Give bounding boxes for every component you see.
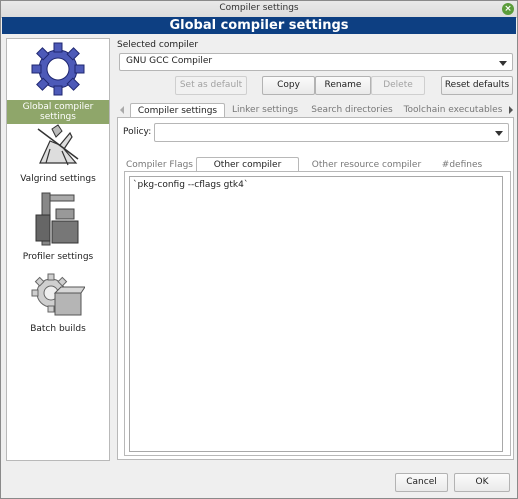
tab-search-directories[interactable]: Search directories — [307, 103, 397, 117]
ok-button[interactable]: OK — [454, 473, 510, 492]
subtab-other-resource-compiler-options[interactable]: Other resource compiler options — [299, 158, 434, 184]
policy-label: Policy: — [123, 127, 152, 137]
sidebar-item-label: Batch builds — [30, 324, 86, 334]
selected-compiler-label: Selected compiler — [117, 40, 199, 50]
subtab-compiler-flags[interactable]: Compiler Flags — [124, 158, 195, 172]
selected-compiler-value: GNU GCC Compiler — [126, 56, 213, 66]
close-icon[interactable]: × — [502, 3, 514, 15]
sidebar-item-label: Valgrind settings — [20, 174, 96, 184]
sidebar-item-global-compiler[interactable]: Global compiler settings — [7, 41, 109, 124]
reset-defaults-button[interactable]: Reset defaults — [441, 76, 513, 95]
chevron-down-icon — [499, 61, 507, 66]
other-compiler-options-editor[interactable]: `pkg-config --cflags gtk4` — [129, 176, 503, 452]
compiler-settings-window: Compiler settings × Global compiler sett… — [0, 0, 518, 499]
subtab-defines[interactable]: #defines — [437, 158, 487, 172]
tab-toolchain-executables[interactable]: Toolchain executables — [399, 103, 507, 117]
cancel-button[interactable]: Cancel — [395, 473, 448, 492]
rename-button[interactable]: Rename — [315, 76, 371, 95]
policy-select[interactable] — [154, 123, 509, 142]
tab-scroll-right-icon[interactable] — [507, 105, 515, 115]
page-header: Global compiler settings — [2, 17, 516, 34]
gear-icon — [31, 42, 85, 96]
titlebar: Compiler settings × — [1, 1, 517, 18]
caliper-icon — [35, 192, 79, 246]
set-as-default-button[interactable]: Set as default — [175, 76, 247, 95]
settings-sidebar: Global compiler settings Valgrind settin… — [6, 38, 110, 461]
tab-linker-settings[interactable]: Linker settings — [223, 103, 307, 117]
sidebar-item-batch-builds[interactable]: Batch builds — [7, 273, 109, 334]
knight-icon — [37, 124, 79, 166]
sidebar-item-label: Profiler settings — [22, 252, 94, 262]
sidebar-item-valgrind[interactable]: Valgrind settings — [7, 119, 109, 184]
window-title: Compiler settings — [219, 3, 299, 13]
delete-button[interactable]: Delete — [371, 76, 425, 95]
gear-box-icon — [31, 273, 86, 316]
chevron-down-icon — [495, 131, 503, 136]
selected-compiler-select[interactable]: GNU GCC Compiler — [119, 53, 513, 71]
copy-button[interactable]: Copy — [262, 76, 315, 95]
sidebar-item-profiler[interactable]: Profiler settings — [7, 191, 109, 262]
tab-scroll-left-icon[interactable] — [118, 105, 126, 115]
